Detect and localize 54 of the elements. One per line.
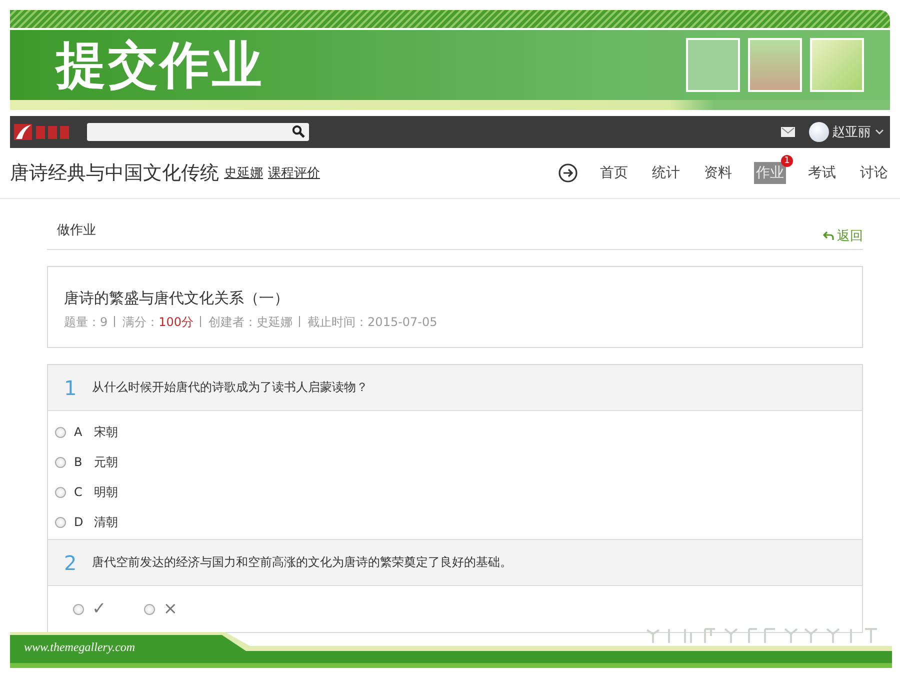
meta-value: 史延娜 [256,315,293,329]
option-text: 清朝 [94,514,118,530]
arrow-circle-icon[interactable] [558,163,578,183]
course-link[interactable]: 史延娜 [224,164,263,182]
photo-placeholder [748,38,802,92]
assignment-title: 唐诗的繁盛与唐代文化关系（一） [64,289,290,308]
option-letter: D [74,515,84,529]
option-text: 明朝 [94,484,118,500]
question-text: 从什么时候开始唐代的诗歌成为了读书人启蒙读物？ [92,379,368,396]
meta-label: 满分： [122,315,159,329]
notification-badge: 1 [781,155,793,167]
section-title: 做作业 [57,222,96,239]
meta-value: 9 [100,315,108,329]
photo-placeholder [810,38,864,92]
answer-symbol: ✓ [92,599,106,619]
nav-tab[interactable]: 统计 [650,162,682,184]
meta-value: 2015-07-05 [368,315,438,329]
meta-value: 100分 [158,315,194,329]
meta-label: 题量： [64,315,100,329]
logo-icon[interactable] [14,122,72,142]
nav-tab[interactable]: 资料 [702,162,734,184]
slide-title: 提交作业 [56,34,265,96]
meta-label: 创建者： [208,315,257,329]
radio-button[interactable] [73,604,84,614]
mail-icon[interactable] [781,127,795,137]
search-field[interactable] [87,123,309,141]
search-icon[interactable] [292,125,305,138]
radio-button[interactable] [55,426,66,438]
user-name[interactable]: 赵亚丽 [832,123,871,141]
photo-placeholder [686,38,740,92]
radio-button[interactable] [144,604,156,614]
meta-label: 截止时间： [308,315,368,329]
option-letter: A [74,425,84,439]
option-letter: B [74,455,84,469]
course-title: 唐诗经典与中国文化传统 [10,161,219,186]
option-letter: C [74,485,84,499]
question-number: 2 [64,550,78,574]
nav-tab[interactable]: 考试 [806,162,838,184]
footer-url: www.themegallery.com [24,640,136,655]
nav-tab[interactable]: 首页 [598,162,630,184]
radio-button[interactable] [55,486,66,498]
question-number: 1 [64,376,78,400]
avatar-icon[interactable] [809,122,829,142]
radio-button[interactable] [55,456,66,468]
caret-icon[interactable] [875,129,884,135]
answer-symbol: × [163,599,178,619]
nav-tab[interactable]: 讨论 [858,162,890,184]
radio-button[interactable] [55,516,66,528]
question-text: 唐代空前发达的经济与国力和空前高涨的文化为唐诗的繁荣奠定了良好的基础。 [92,554,512,571]
option-text: 宋朝 [94,424,118,440]
return-arrow-icon [823,231,834,241]
course-link[interactable]: 课程评价 [268,164,320,182]
back-link[interactable]: 返回 [823,227,863,245]
option-text: 元朝 [94,454,118,470]
